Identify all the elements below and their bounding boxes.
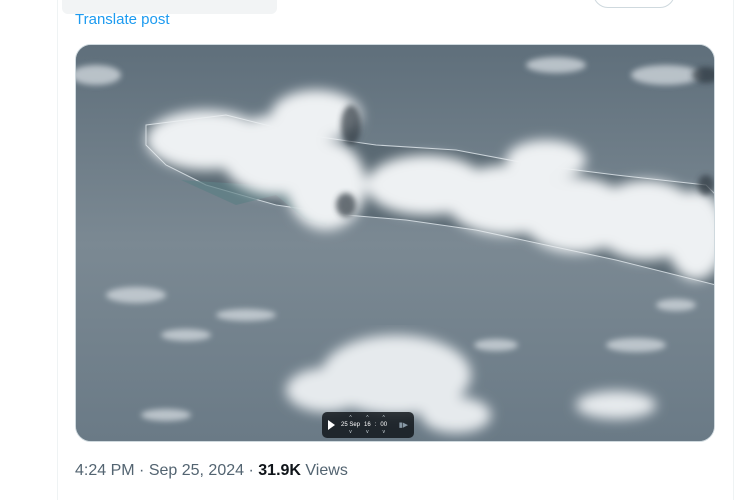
hour-up-arrow-icon[interactable]: ^ [366,415,368,421]
minute-field[interactable]: ^ 00 v [380,415,388,435]
hour-field[interactable]: ^ 16 v [364,415,371,435]
time-colon: : [374,422,377,428]
date-down-arrow-icon[interactable]: v [349,429,352,435]
meta-separator: · [139,462,145,479]
follow-button[interactable] [593,0,675,8]
minute-down-arrow-icon[interactable]: v [382,429,385,435]
video-time-controls[interactable]: ^ 25 Sep v ^ 16 v : ^ 00 v ▮▶ [322,412,414,438]
minute-value: 00 [380,422,388,428]
date-value: 25 Sep [341,422,361,428]
post-metadata: 4:24 PM · Sep 25, 2024 · 31.9K Views [75,462,348,480]
date-field[interactable]: ^ 25 Sep v [341,415,361,435]
translate-post-link[interactable]: Translate post [75,11,170,28]
post-date[interactable]: Sep 25, 2024 [149,462,244,479]
play-icon[interactable] [328,420,335,430]
minute-up-arrow-icon[interactable]: ^ [383,415,385,421]
views-count[interactable]: 31.9K [258,462,301,479]
satellite-image [76,45,714,441]
meta-separator: · [248,462,254,479]
hour-down-arrow-icon[interactable]: v [366,429,369,435]
date-up-arrow-icon[interactable]: ^ [349,415,351,421]
post-media-video[interactable]: ^ 25 Sep v ^ 16 v : ^ 00 v ▮▶ [75,44,715,442]
hour-value: 16 [364,422,371,428]
post-time[interactable]: 4:24 PM [75,462,135,479]
timeline-right-border [733,0,734,500]
timestamp-picker[interactable]: ^ 25 Sep v ^ 16 v : ^ 00 v [341,415,388,435]
timeline-left-border [57,0,58,500]
skip-end-icon[interactable]: ▮▶ [399,421,408,429]
views-label: Views [305,462,348,479]
